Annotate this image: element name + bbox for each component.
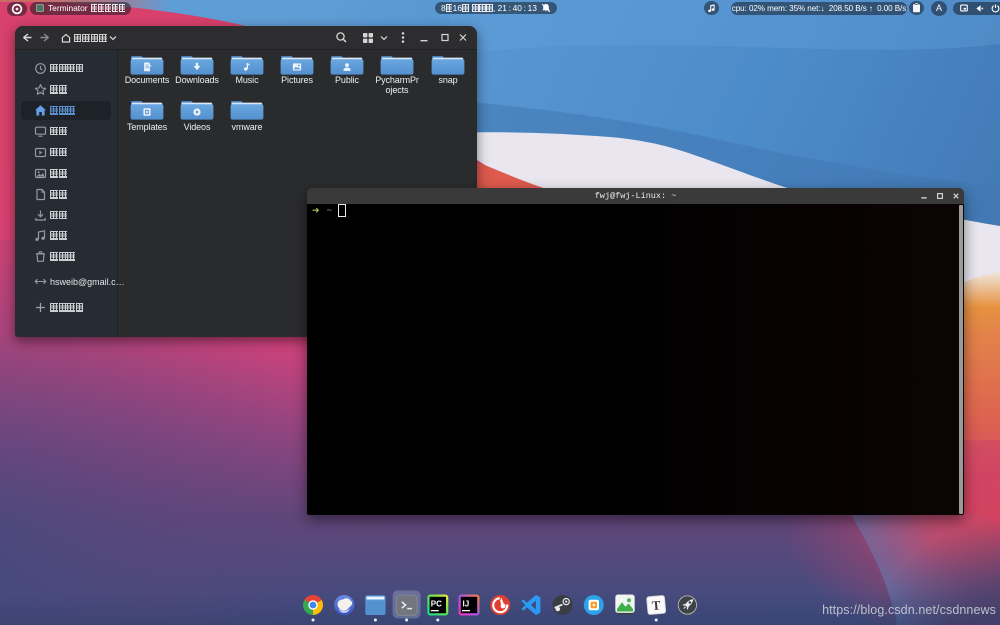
- svg-text:IJ: IJ: [463, 600, 470, 609]
- svg-text:PC: PC: [431, 600, 442, 609]
- svg-text:T: T: [651, 597, 661, 613]
